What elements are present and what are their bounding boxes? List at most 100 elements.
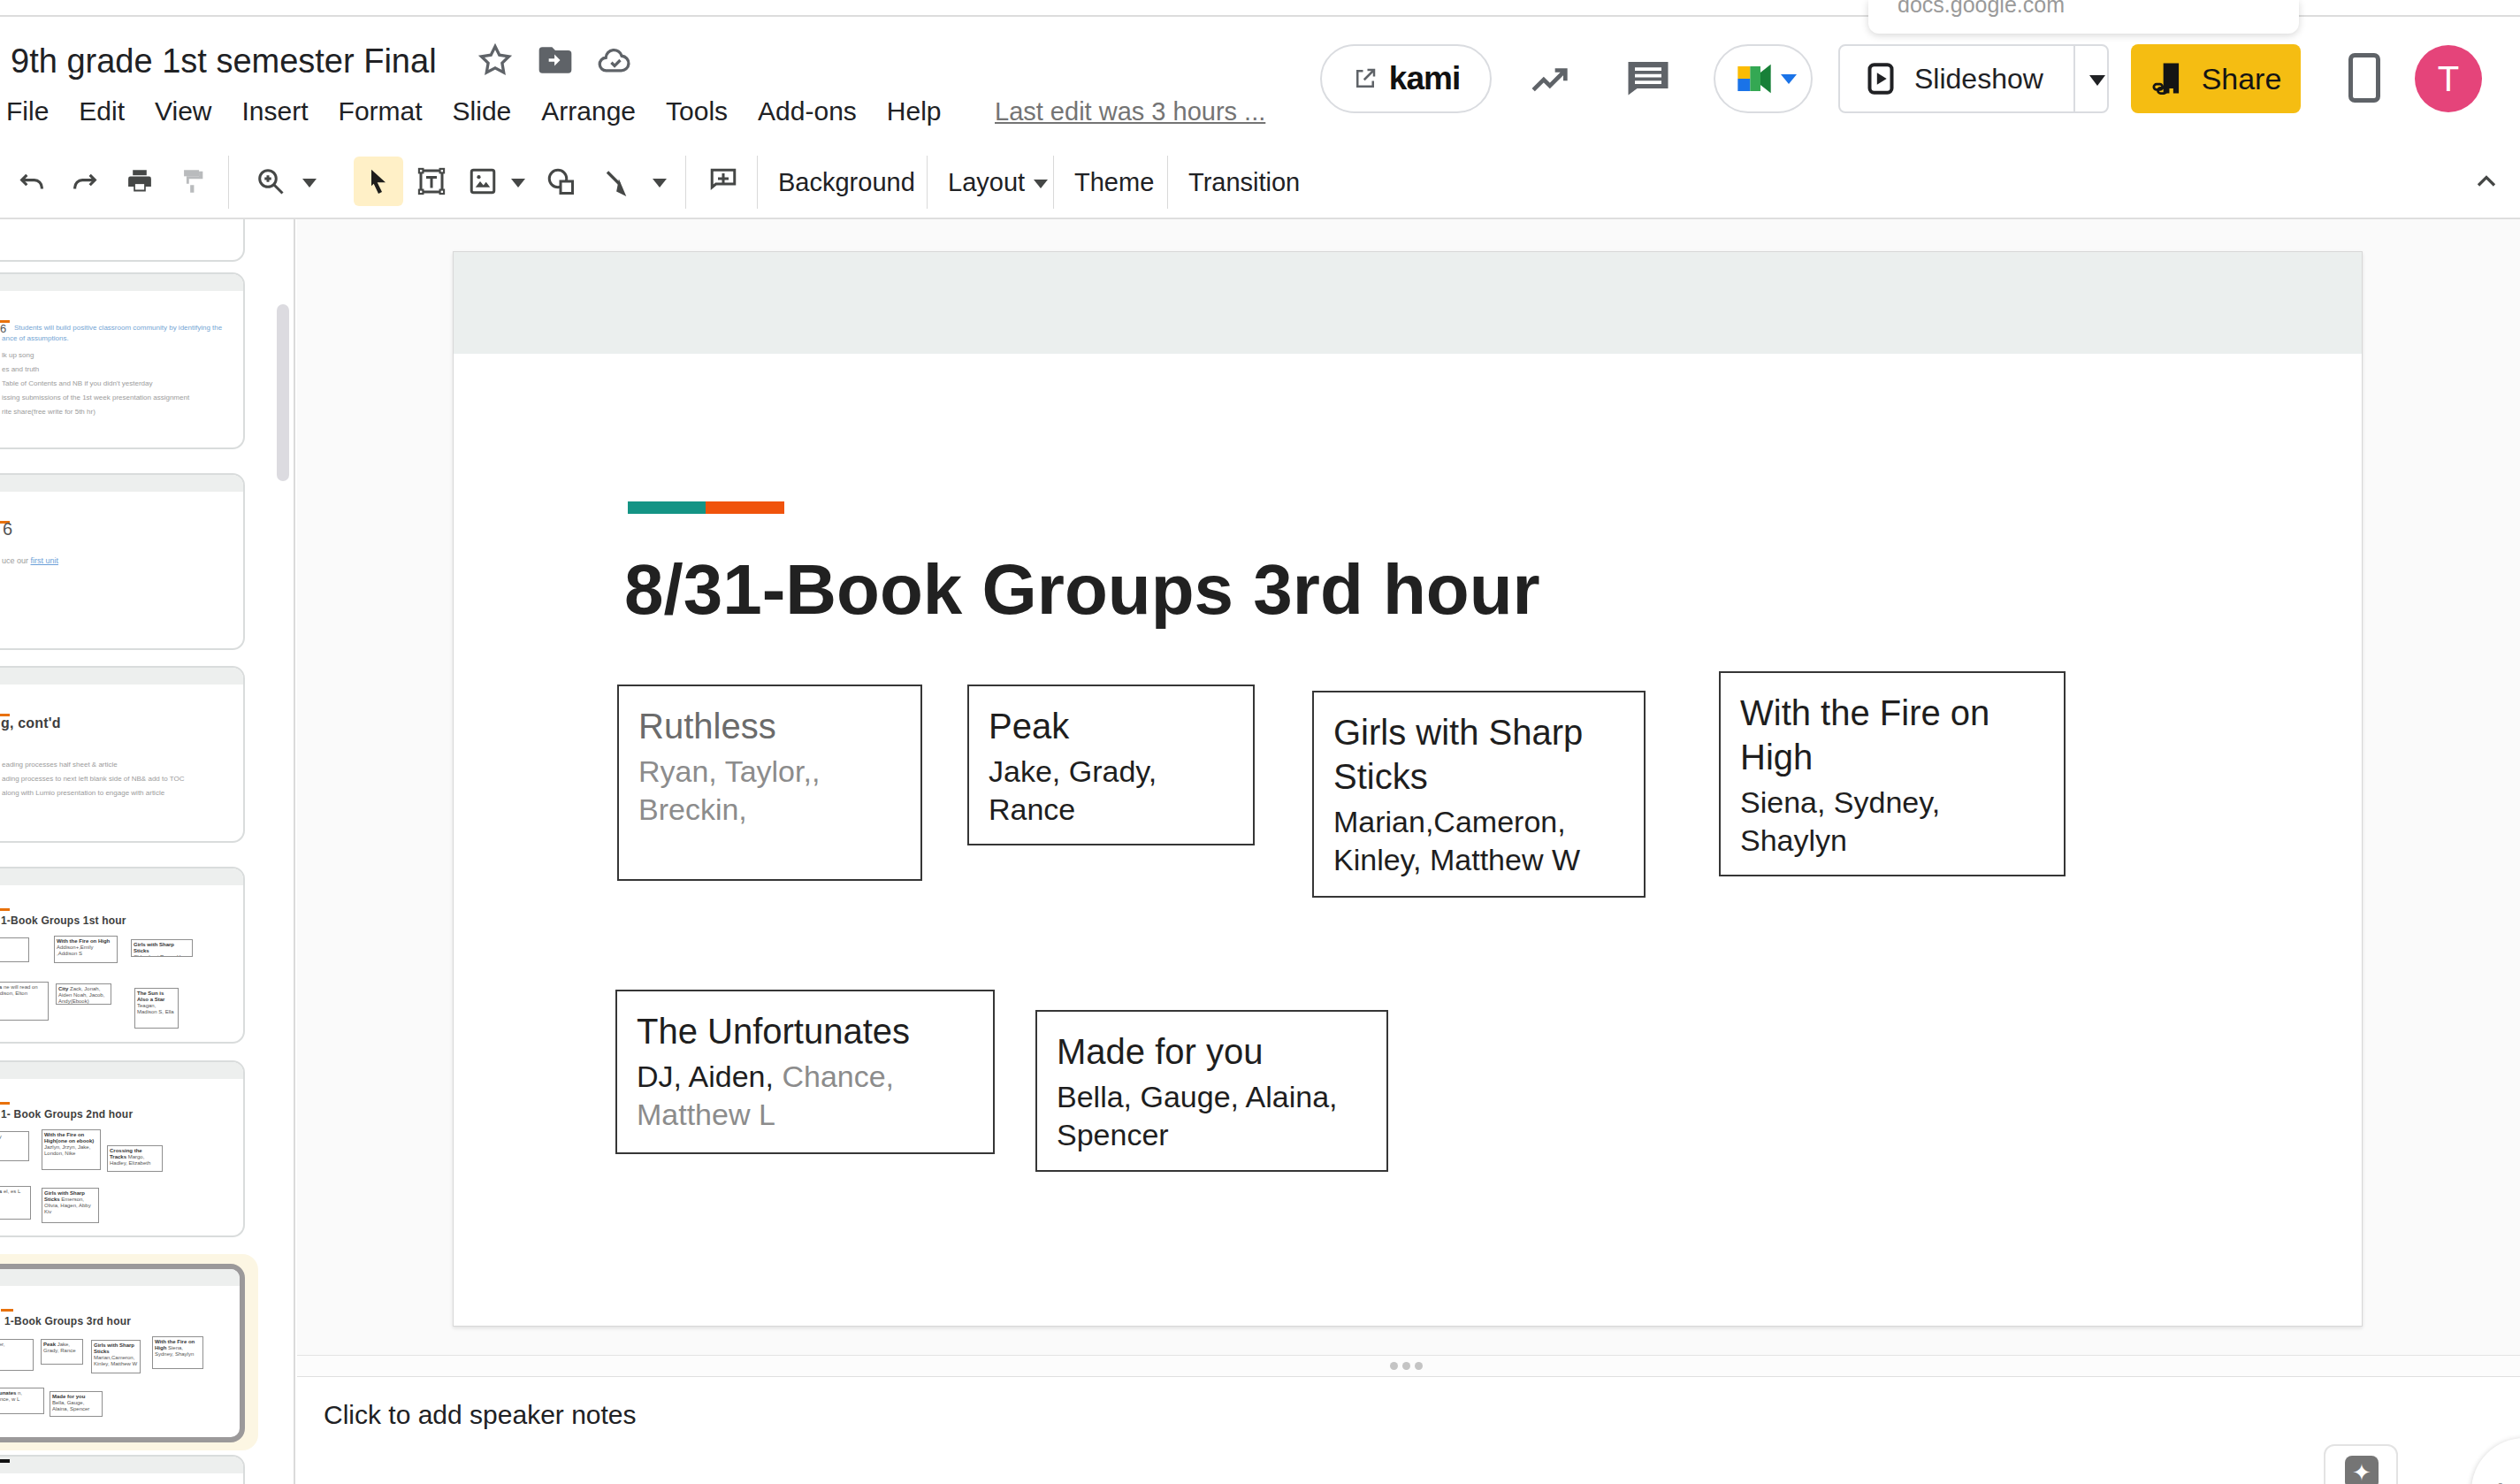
thumb-band (0, 274, 243, 291)
url-tooltip: docs.google.com (1868, 0, 2299, 34)
slide-accent-bar (628, 501, 784, 514)
slide-thumbnail-6[interactable]: 1- Book Groups 2nd hour ke H, , LucyWith… (0, 1060, 245, 1237)
menu-file[interactable]: File (0, 92, 64, 131)
menu-addons[interactable]: Add-ons (743, 92, 872, 131)
star-icon[interactable] (476, 41, 515, 80)
meet-button[interactable] (1714, 44, 1813, 113)
menu-edit[interactable]: Edit (64, 92, 140, 131)
kami-button[interactable]: kami (1320, 44, 1492, 113)
slide-header-band (454, 252, 2362, 354)
menu-insert[interactable]: Insert (227, 92, 324, 131)
group-box[interactable]: RuthlessRyan, Taylor,, Breckin, (617, 685, 922, 881)
group-box[interactable]: The UnfortunatesDJ, Aiden, Chance, Matth… (615, 990, 995, 1154)
notes-resize-handle[interactable] (297, 1355, 2520, 1377)
slide-thumbnail-7-selected[interactable]: 1-Book Groups 3rd hour ss ler,Peak Jake,… (0, 1264, 245, 1442)
speaker-notes[interactable]: Click to add speaker notes (297, 1378, 2520, 1484)
line-caret[interactable] (653, 179, 667, 187)
toolbar-divider (1167, 156, 1168, 209)
menubar: File Edit View Insert Format Slide Arran… (0, 92, 957, 131)
cloud-status-icon[interactable] (596, 41, 635, 80)
kami-tool-button[interactable]: ✦ (2324, 1444, 2398, 1484)
menu-slide[interactable]: Slide (438, 92, 527, 131)
shape-icon[interactable] (536, 157, 585, 206)
layout-caret (1034, 180, 1048, 188)
slide-thumbnail-4[interactable]: g, cont'd eading processes half sheet & … (0, 666, 245, 843)
handle-dot (1390, 1362, 1398, 1370)
toolbar-divider (228, 156, 229, 209)
redo-icon[interactable] (60, 157, 110, 206)
thumb-band (0, 1062, 243, 1079)
slideshow-caret[interactable] (2089, 75, 2105, 86)
slide-canvas: 8/31-Book Groups 3rd hour RuthlessRyan, … (297, 219, 2520, 1355)
toolbar-divider (1053, 156, 1054, 209)
comment-icon[interactable] (1622, 53, 1675, 106)
account-avatar[interactable]: T (2415, 45, 2482, 112)
insert-image-icon[interactable] (458, 157, 508, 206)
main-toolbar: Background Layout Theme Transition (0, 147, 2520, 219)
textbox-icon[interactable] (407, 157, 456, 206)
thumb-band (0, 475, 243, 492)
slideshow-divider (2073, 46, 2075, 111)
thumb8-content-sliver (0, 1459, 10, 1463)
paint-format-icon[interactable] (168, 157, 218, 206)
slide-thumbnail-1[interactable] (0, 219, 245, 262)
handle-dot (1402, 1362, 1410, 1370)
slide-thumbnail-2[interactable]: 6 Students will build positive classroom… (0, 272, 245, 449)
sparkle-icon: ✦ (2345, 1456, 2379, 1484)
share-org-icon (2150, 59, 2189, 98)
add-comment-icon[interactable] (699, 157, 748, 206)
filmstrip: 6 Students will build positive classroom… (0, 219, 295, 1484)
menu-arrange[interactable]: Arrange (526, 92, 651, 131)
external-link-icon (1352, 65, 1378, 92)
device-frame-icon[interactable] (2348, 53, 2380, 103)
collapse-toolbar-icon[interactable] (2462, 157, 2511, 206)
speaker-notes-placeholder: Click to add speaker notes (324, 1400, 637, 1430)
meet-caret (1781, 74, 1797, 84)
meet-icon (1730, 54, 1779, 103)
thumb-band (0, 668, 243, 685)
present-icon (1863, 61, 1898, 96)
menu-help[interactable]: Help (872, 92, 957, 131)
select-tool[interactable] (354, 157, 403, 206)
move-folder-icon[interactable] (536, 41, 575, 80)
transition-button[interactable]: Transition (1188, 147, 1300, 218)
current-slide[interactable]: 8/31-Book Groups 3rd hour RuthlessRyan, … (453, 251, 2363, 1327)
share-button[interactable]: Share (2131, 44, 2301, 113)
document-title[interactable]: 9th grade 1st semester Final (11, 42, 437, 80)
handle-dot (1415, 1362, 1423, 1370)
group-box[interactable]: PeakJake, Grady, Rance (967, 685, 1255, 845)
group-box[interactable]: Girls with Sharp SticksMarian,Cameron, K… (1312, 691, 1646, 898)
last-edit-link[interactable]: Last edit was 3 hours ... (995, 92, 1265, 131)
slide-thumbnail-8[interactable] (0, 1455, 245, 1484)
toolbar-divider (757, 156, 758, 209)
image-caret[interactable] (511, 179, 525, 187)
theme-button[interactable]: Theme (1074, 147, 1154, 218)
thumb-accent (0, 908, 10, 911)
toolbar-divider (927, 156, 928, 209)
undo-icon[interactable] (7, 157, 57, 206)
zoom-caret[interactable] (302, 179, 317, 187)
thumb-accent (1, 1309, 13, 1312)
spark-trend-icon[interactable] (1526, 55, 1576, 104)
thumb-band (0, 1269, 240, 1286)
zoom-icon[interactable] (246, 157, 295, 206)
line-icon[interactable] (591, 157, 640, 206)
slide-thumbnail-3[interactable]: 6 uce our first unit (0, 473, 245, 650)
print-icon[interactable] (115, 157, 164, 206)
thumb-band (0, 868, 243, 885)
menu-format[interactable]: Format (324, 92, 438, 131)
menu-view[interactable]: View (140, 92, 226, 131)
chevron-left-icon: ‹ (2491, 1466, 2504, 1484)
background-button[interactable]: Background (778, 147, 915, 218)
slideshow-button[interactable]: Slideshow (1838, 44, 2109, 113)
layout-button[interactable]: Layout (948, 147, 1048, 218)
toolbar-divider (685, 156, 686, 209)
slide-thumbnail-5[interactable]: 1-Book Groups 1st hour ngels, ley,With t… (0, 867, 245, 1044)
group-box[interactable]: With the Fire on HighSiena, Sydney, Shay… (1719, 671, 2066, 876)
thumb-band (0, 1457, 243, 1473)
group-box[interactable]: Made for youBella, Gauge, Alaina, Spence… (1035, 1010, 1388, 1172)
filmstrip-scrollbar[interactable] (277, 304, 289, 481)
slide-title[interactable]: 8/31-Book Groups 3rd hour (624, 549, 1540, 631)
menu-tools[interactable]: Tools (651, 92, 743, 131)
app-header: 9th grade 1st semester Final File Edit V… (0, 0, 2520, 147)
